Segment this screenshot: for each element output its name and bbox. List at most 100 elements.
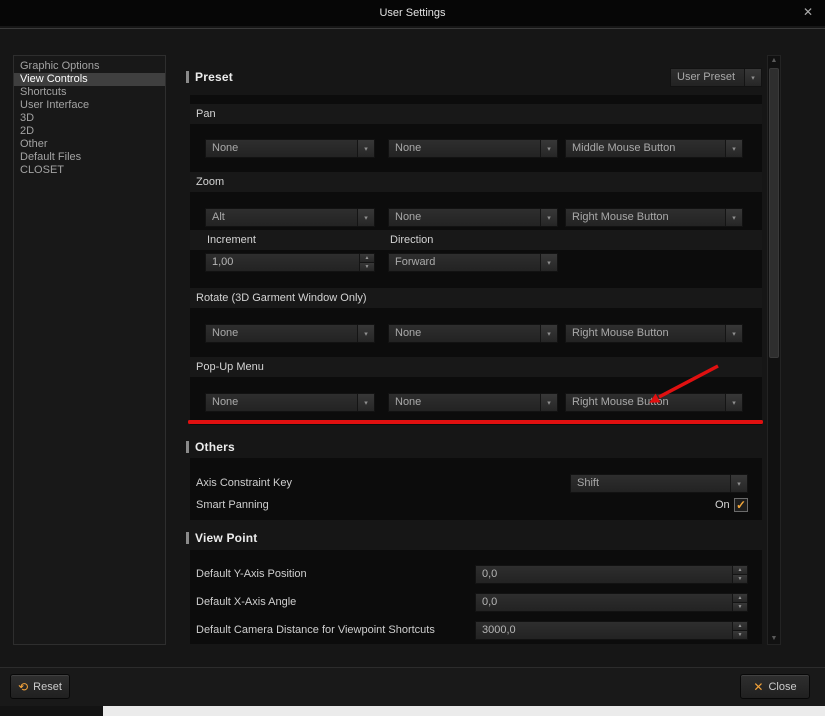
chevron-down-icon[interactable]: ▾: [540, 140, 557, 157]
default-x-axis-angle-input[interactable]: 0,0 ▲ ▼: [475, 593, 748, 612]
reset-button-label: Reset: [33, 681, 62, 693]
desktop-strip: [0, 706, 825, 716]
dropdown-value: Right Mouse Button: [566, 325, 725, 342]
pan-modifier-b-dropdown[interactable]: None ▾: [388, 139, 558, 158]
rotate-modifier-a-dropdown[interactable]: None ▾: [205, 324, 375, 343]
spinner-value: 0,0: [476, 566, 732, 583]
sidebar-item-view-controls[interactable]: View Controls: [14, 73, 165, 86]
default-x-axis-angle-label: Default X-Axis Angle: [196, 593, 296, 612]
spinner-down-icon[interactable]: ▼: [733, 574, 747, 583]
popup-mouse-button-dropdown[interactable]: Right Mouse Button ▾: [565, 393, 743, 412]
chevron-down-icon[interactable]: ▾: [540, 325, 557, 342]
chevron-down-icon[interactable]: ▾: [725, 209, 742, 226]
header-accent-bar: [186, 71, 189, 83]
close-button[interactable]: ✕ Close: [740, 674, 810, 699]
chevron-down-icon[interactable]: ▾: [725, 140, 742, 157]
chevron-down-icon[interactable]: ▾: [357, 140, 374, 157]
zoom-label: Zoom: [196, 172, 224, 192]
spinner-up-icon[interactable]: ▲: [360, 254, 374, 262]
spinner-up-icon[interactable]: ▲: [733, 622, 747, 630]
spinner-buttons: ▲ ▼: [732, 566, 747, 583]
default-camera-distance-input[interactable]: 3000,0 ▲ ▼: [475, 621, 748, 640]
dropdown-value: Right Mouse Button: [566, 394, 725, 411]
smart-panning-state-label: On: [715, 496, 730, 515]
chevron-down-icon[interactable]: ▾: [540, 394, 557, 411]
reset-button[interactable]: ⟲ Reset: [10, 674, 70, 699]
sidebar-item-2d[interactable]: 2D: [14, 125, 165, 138]
direction-label: Direction: [390, 230, 433, 250]
section-header-view-point: View Point: [186, 531, 257, 545]
spinner-value: 1,00: [206, 254, 359, 271]
zoom-modifier-b-dropdown[interactable]: None ▾: [388, 208, 558, 227]
scrollbar-up-icon[interactable]: ▲: [768, 56, 780, 66]
rotate-mouse-button-dropdown[interactable]: Right Mouse Button ▾: [565, 324, 743, 343]
chevron-down-icon[interactable]: ▾: [357, 209, 374, 226]
spinner-value: 0,0: [476, 594, 732, 611]
spinner-up-icon[interactable]: ▲: [733, 566, 747, 574]
spinner-up-icon[interactable]: ▲: [733, 594, 747, 602]
sidebar-item-user-interface[interactable]: User Interface: [14, 99, 165, 112]
dropdown-value: None: [389, 140, 540, 157]
header-accent-bar: [186, 532, 189, 544]
pan-label: Pan: [196, 104, 216, 124]
spinner-buttons: ▲ ▼: [732, 622, 747, 639]
preset-dropdown-value: User Preset: [671, 69, 744, 86]
footer-bar: [0, 668, 825, 706]
dropdown-value: None: [389, 325, 540, 342]
scrollbar-thumb[interactable]: [769, 68, 779, 358]
zoom-mouse-button-dropdown[interactable]: Right Mouse Button ▾: [565, 208, 743, 227]
scrollbar-down-icon[interactable]: ▼: [768, 634, 780, 644]
spinner-down-icon[interactable]: ▼: [733, 630, 747, 639]
axis-constraint-key-dropdown[interactable]: Shift ▾: [570, 474, 748, 493]
sidebar-item-3d[interactable]: 3D: [14, 112, 165, 125]
zoom-modifier-a-dropdown[interactable]: Alt ▾: [205, 208, 375, 227]
chevron-down-icon[interactable]: ▾: [730, 475, 747, 492]
chevron-down-icon[interactable]: ▾: [725, 325, 742, 342]
default-y-axis-position-input[interactable]: 0,0 ▲ ▼: [475, 565, 748, 584]
spinner-buttons: ▲ ▼: [359, 254, 374, 271]
smart-panning-checkbox[interactable]: ✓: [734, 498, 748, 512]
chevron-down-icon[interactable]: ▾: [357, 325, 374, 342]
pan-modifier-a-dropdown[interactable]: None ▾: [205, 139, 375, 158]
sidebar-item-closet[interactable]: CLOSET: [14, 164, 165, 177]
axis-constraint-key-label: Axis Constraint Key: [196, 474, 292, 493]
sidebar-item-default-files[interactable]: Default Files: [14, 151, 165, 164]
chevron-down-icon[interactable]: ▾: [725, 394, 742, 411]
rotate-modifier-b-dropdown[interactable]: None ▾: [388, 324, 558, 343]
sidebar-item-graphic-options[interactable]: Graphic Options: [14, 60, 165, 73]
default-y-axis-position-label: Default Y-Axis Position: [196, 565, 307, 584]
section-title-others: Others: [195, 440, 235, 454]
chevron-down-icon[interactable]: ▾: [540, 209, 557, 226]
settings-sidebar: Graphic Options View Controls Shortcuts …: [13, 55, 166, 645]
chevron-down-icon[interactable]: ▾: [357, 394, 374, 411]
popup-menu-label: Pop-Up Menu: [196, 357, 264, 377]
reset-icon: ⟲: [18, 681, 28, 693]
spinner-down-icon[interactable]: ▼: [733, 602, 747, 611]
sidebar-item-shortcuts[interactable]: Shortcuts: [14, 86, 165, 99]
zoom-direction-dropdown[interactable]: Forward ▾: [388, 253, 558, 272]
user-settings-dialog: User Settings ✕ Graphic Options View Con…: [0, 0, 825, 716]
sidebar-item-other[interactable]: Other: [14, 138, 165, 151]
popup-label-band: [190, 357, 762, 377]
increment-direction-band: [190, 230, 762, 250]
zoom-increment-input[interactable]: 1,00 ▲ ▼: [205, 253, 375, 272]
preset-dropdown[interactable]: User Preset ▾: [670, 68, 762, 87]
chevron-down-icon[interactable]: ▾: [540, 254, 557, 271]
dropdown-value: Alt: [206, 209, 357, 226]
close-button-label: Close: [768, 681, 796, 693]
content-scrollbar[interactable]: ▲ ▼: [767, 55, 781, 645]
pan-mouse-button-dropdown[interactable]: Middle Mouse Button ▾: [565, 139, 743, 158]
check-icon: ✓: [736, 499, 746, 511]
dropdown-value: None: [206, 394, 357, 411]
header-accent-bar: [186, 441, 189, 453]
popup-modifier-a-dropdown[interactable]: None ▾: [205, 393, 375, 412]
spinner-down-icon[interactable]: ▼: [360, 262, 374, 271]
title-bar: User Settings ✕: [0, 0, 825, 26]
section-header-others: Others: [186, 440, 235, 454]
dropdown-value: Middle Mouse Button: [566, 140, 725, 157]
smart-panning-label: Smart Panning: [196, 496, 269, 515]
chevron-down-icon[interactable]: ▾: [744, 69, 761, 86]
dropdown-value: None: [206, 140, 357, 157]
window-close-icon[interactable]: ✕: [803, 5, 813, 19]
popup-modifier-b-dropdown[interactable]: None ▾: [388, 393, 558, 412]
